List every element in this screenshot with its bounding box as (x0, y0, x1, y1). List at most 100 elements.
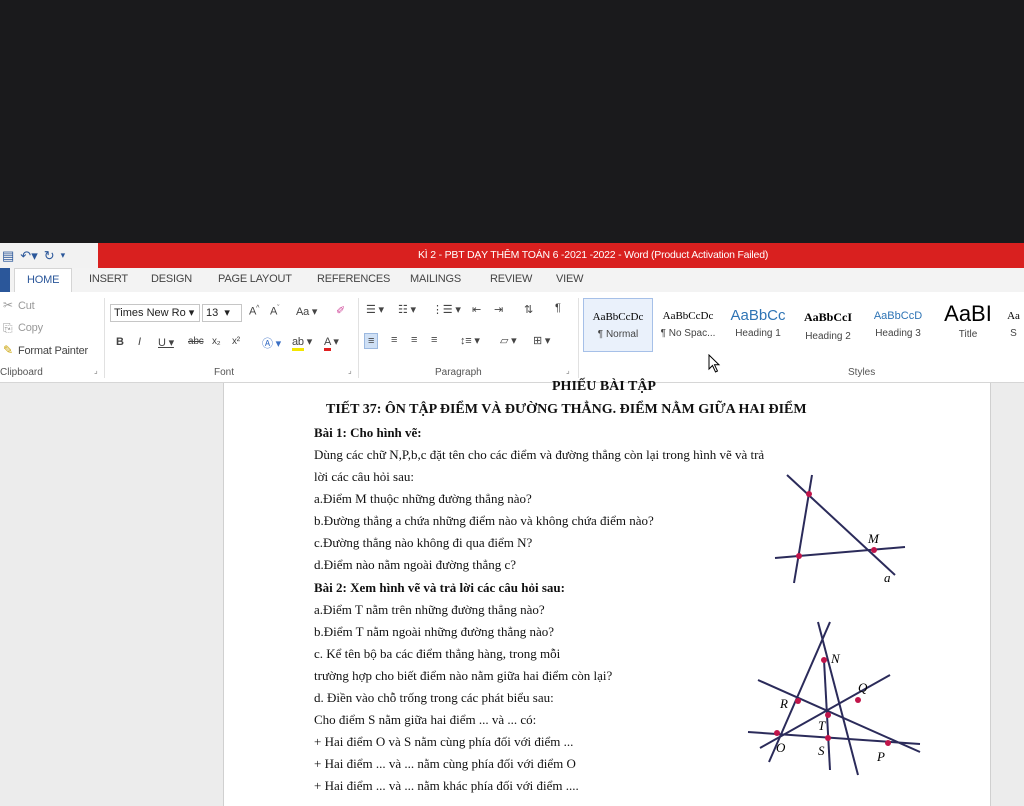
divider (358, 298, 359, 378)
align-left-icon[interactable]: ≡ (364, 333, 379, 349)
superscript-icon[interactable]: x² (232, 336, 240, 347)
doc-line: a.Điểm M thuộc những đường thẳng nào? (314, 491, 532, 506)
decrease-indent-icon[interactable]: ⇤ (472, 303, 481, 316)
style-no-spacing[interactable]: AaBbCcDc ¶ No Spac... (653, 298, 723, 352)
line-spacing-icon[interactable]: ↕≡ ▾ (460, 334, 480, 347)
redo-icon[interactable]: ↻ (44, 248, 55, 264)
undo-icon[interactable]: ↶▾ (20, 248, 37, 264)
doc-line: c.Đường thẳng nào không đi qua điểm N? (314, 535, 533, 550)
bullets-icon[interactable]: ☰ ▾ (366, 303, 384, 316)
tab-references[interactable]: REFERENCES (317, 273, 390, 285)
tab-home[interactable]: HOME (14, 268, 73, 292)
doc-line: c. Kể tên bộ ba các điểm thẳng hàng, tro… (314, 646, 561, 661)
doc-line: lời các câu hỏi sau: (314, 469, 415, 484)
style-title[interactable]: AaBI Title (933, 298, 1003, 352)
align-right-icon[interactable]: ≡ (411, 334, 417, 346)
italic-icon[interactable]: I (138, 336, 141, 348)
strikethrough-icon[interactable]: abc (188, 336, 204, 347)
clipboard-group-label: Clipboard (0, 367, 43, 378)
grow-font-icon[interactable]: A^ (249, 305, 259, 318)
dialog-launcher-icon[interactable]: ⌟ (566, 366, 570, 375)
doc-exercise-1: Bài 1: Cho hình vẽ: (314, 425, 422, 440)
ribbon-tabs: HOME INSERT DESIGN PAGE LAYOUT REFERENCE… (0, 268, 1024, 292)
copy-icon: ⎘ (3, 321, 13, 335)
doc-line: b.Đường thẳng a chứa những điểm nào và k… (314, 513, 654, 528)
dialog-launcher-icon[interactable]: ⌟ (94, 366, 98, 375)
label-M: M (867, 531, 880, 546)
scissors-icon: ✂ (3, 298, 14, 312)
doc-heading: PHIẾU BÀI TẬP (552, 379, 656, 394)
title-bar: ▤ ↶▾ ↻ ▾ KÌ 2 - PBT DẠY THÊM TOÁN 6 -202… (0, 243, 1024, 268)
tab-insert[interactable]: INSERT (89, 273, 128, 285)
doc-line: a.Điểm T nằm trên những đường thẳng nào? (314, 602, 545, 617)
doc-subtitle: TIẾT 37: ÔN TẬP ĐIỂM VÀ ĐƯỜNG THẲNG. ĐIỂ… (326, 402, 807, 417)
doc-line: trường hợp cho biết điểm nào nằm giữa ha… (314, 668, 613, 683)
label-N: N (830, 651, 841, 666)
doc-line: b.Điểm T nằm ngoài những đường thẳng nào… (314, 624, 555, 639)
ribbon-home: ✂ Cut ⎘ Copy ✎ Format Painter Clipboard … (0, 292, 1024, 383)
style-heading-1[interactable]: AaBbCc Heading 1 (723, 298, 793, 352)
label-O: O (776, 740, 786, 755)
subscript-icon[interactable]: x₂ (212, 336, 221, 347)
tab-mailings[interactable]: MAILINGS (410, 273, 461, 285)
justify-icon[interactable]: ≡ (431, 334, 437, 346)
save-icon[interactable]: ▤ (2, 248, 14, 264)
font-name-field[interactable]: Times New Ro ▾ (110, 304, 200, 322)
increase-indent-icon[interactable]: ⇥ (494, 303, 503, 316)
mouse-pointer-icon (708, 354, 721, 373)
doc-line: Cho điểm S nằm giữa hai điểm ... và ... … (314, 712, 537, 727)
underline-icon[interactable]: U ▾ (158, 336, 174, 349)
style-heading-2[interactable]: AaBbCcI Heading 2 (793, 298, 863, 352)
multilevel-list-icon[interactable]: ⋮☰ ▾ (432, 303, 461, 316)
sort-icon[interactable]: ⇅ (524, 303, 533, 316)
doc-line: Dùng các chữ N,P,b,c đặt tên cho các điể… (314, 447, 765, 462)
label-T: T (818, 718, 826, 733)
screen-black-area (0, 0, 1024, 243)
tab-review[interactable]: REVIEW (490, 273, 532, 285)
divider (578, 298, 579, 378)
change-case-icon[interactable]: Aa ▾ (296, 305, 317, 318)
bold-icon[interactable]: B (116, 336, 124, 348)
doc-line: d. Điền vào chỗ trống trong các phát biể… (314, 690, 554, 705)
tab-design[interactable]: DESIGN (151, 273, 192, 285)
divider (104, 298, 105, 378)
label-P: P (876, 749, 885, 764)
text-effects-icon[interactable]: Ⓐ ▾ (262, 335, 281, 351)
label-R: R (779, 696, 788, 711)
tab-view[interactable]: VIEW (556, 273, 584, 285)
copy-button[interactable]: Copy (18, 322, 43, 334)
numbering-icon[interactable]: ☷ ▾ (398, 303, 416, 316)
borders-icon[interactable]: ⊞ ▾ (533, 334, 550, 347)
cut-button[interactable]: Cut (18, 300, 35, 312)
clear-formatting-icon[interactable]: ✐ (336, 304, 345, 317)
font-color-icon[interactable]: A ▾ (324, 335, 339, 351)
doc-line: + Hai điểm O và S nằm cùng phía đối với … (314, 734, 574, 749)
window-title: KÌ 2 - PBT DẠY THÊM TOÁN 6 -2021 -2022 -… (418, 249, 769, 261)
label-Q: Q (858, 680, 868, 695)
quick-access-toolbar: ▤ ↶▾ ↻ ▾ (0, 243, 98, 268)
file-tab-stub[interactable] (0, 268, 10, 292)
style-heading-3[interactable]: AaBbCcD Heading 3 (863, 298, 933, 352)
geometry-figure-1: M a (774, 474, 906, 585)
font-group-label: Font (214, 367, 235, 378)
font-size-field[interactable]: 13 ▾ (202, 304, 242, 322)
format-painter-button[interactable]: Format Painter (18, 345, 88, 357)
doc-line: d.Điểm nào nằm ngoài đường thẳng c? (314, 557, 517, 572)
styles-group-label: Styles (848, 367, 876, 378)
shrink-font-icon[interactable]: Aˇ (270, 305, 279, 318)
label-S: S (818, 743, 825, 758)
show-formatting-marks-icon[interactable]: ¶ (555, 302, 561, 314)
label-a: a (884, 570, 891, 585)
dialog-launcher-icon[interactable]: ⌟ (348, 366, 352, 375)
shading-icon[interactable]: ▱ ▾ (500, 334, 517, 347)
paintbrush-icon: ✎ (3, 343, 14, 357)
doc-exercise-2: Bài 2: Xem hình vẽ và trả lời các câu hỏ… (314, 580, 565, 595)
doc-line: + Hai điểm ... và ... nằm khác phía đối … (314, 778, 579, 793)
customize-qat-icon[interactable]: ▾ (61, 250, 66, 261)
align-center-icon[interactable]: ≡ (391, 334, 397, 346)
tab-page-layout[interactable]: PAGE LAYOUT (218, 273, 292, 285)
highlight-icon[interactable]: ab ▾ (292, 335, 312, 351)
doc-line: + Hai điểm ... và ... nằm cùng phía đối … (314, 756, 576, 771)
style-subtitle[interactable]: Aa S (1003, 298, 1024, 352)
style-normal[interactable]: AaBbCcDc ¶ Normal (583, 298, 653, 352)
